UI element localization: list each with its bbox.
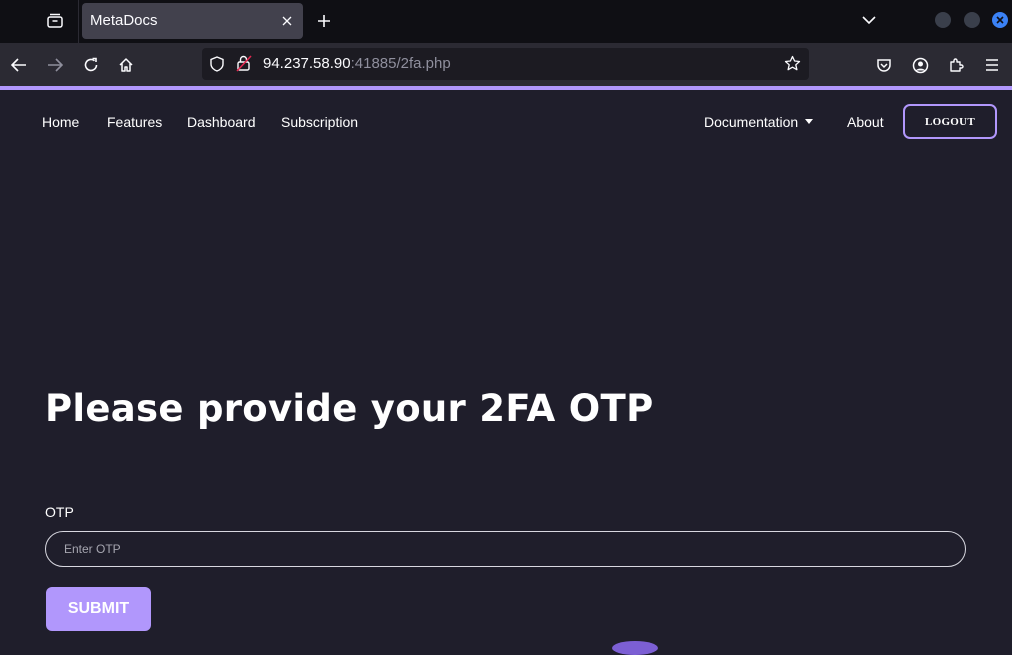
tab-separator: [78, 0, 79, 43]
nav-link-dashboard[interactable]: Dashboard: [187, 114, 256, 130]
url-text[interactable]: 94.237.58.90:41885/2fa.php: [263, 55, 451, 72]
browser-toolbar: 94.237.58.90:41885/2fa.php: [0, 43, 1012, 86]
browser-tab-bar: MetaDocs: [0, 0, 1012, 43]
nav-link-home[interactable]: Home: [42, 114, 79, 130]
url-host: 94.237.58.90: [263, 55, 351, 72]
window-minimize-button[interactable]: [935, 12, 951, 28]
nav-dropdown-documentation[interactable]: Documentation: [704, 114, 814, 130]
otp-input[interactable]: [45, 531, 966, 567]
back-arrow-icon[interactable]: [7, 53, 31, 77]
hamburger-menu-icon[interactable]: [980, 53, 1004, 77]
site-navbar: Home Features Dashboard Subscription Doc…: [0, 90, 1012, 156]
documentation-label: Documentation: [704, 114, 799, 130]
home-icon[interactable]: [114, 53, 138, 77]
bookmark-star-icon[interactable]: [784, 55, 801, 76]
tab-groups-icon[interactable]: [40, 6, 70, 36]
logout-button[interactable]: LOGOUT: [903, 104, 997, 139]
reload-icon[interactable]: [79, 53, 103, 77]
nav-link-about[interactable]: About: [847, 114, 884, 130]
browser-tab[interactable]: MetaDocs: [82, 3, 303, 39]
url-path: :41885/2fa.php: [350, 55, 451, 72]
window-maximize-button[interactable]: [964, 12, 980, 28]
tab-close-icon[interactable]: [279, 13, 295, 29]
otp-label: OTP: [45, 504, 74, 520]
list-tabs-chevron-down-icon[interactable]: [858, 9, 880, 31]
shield-icon[interactable]: [210, 56, 224, 76]
window-close-button[interactable]: [992, 12, 1008, 28]
url-bar[interactable]: 94.237.58.90:41885/2fa.php: [202, 48, 809, 80]
pocket-icon[interactable]: [872, 53, 896, 77]
new-tab-plus-icon[interactable]: [312, 9, 336, 33]
nav-link-subscription[interactable]: Subscription: [281, 114, 358, 130]
forward-arrow-icon[interactable]: [43, 53, 67, 77]
decorative-blob: [612, 641, 658, 655]
page-title: Please provide your 2FA OTP: [45, 387, 654, 430]
insecure-lock-icon[interactable]: [236, 55, 252, 76]
tab-title: MetaDocs: [90, 12, 158, 29]
caret-down-icon: [805, 119, 814, 124]
account-icon[interactable]: [908, 53, 932, 77]
nav-link-features[interactable]: Features: [107, 114, 162, 130]
extensions-puzzle-icon[interactable]: [944, 53, 968, 77]
submit-button[interactable]: SUBMIT: [46, 587, 151, 631]
